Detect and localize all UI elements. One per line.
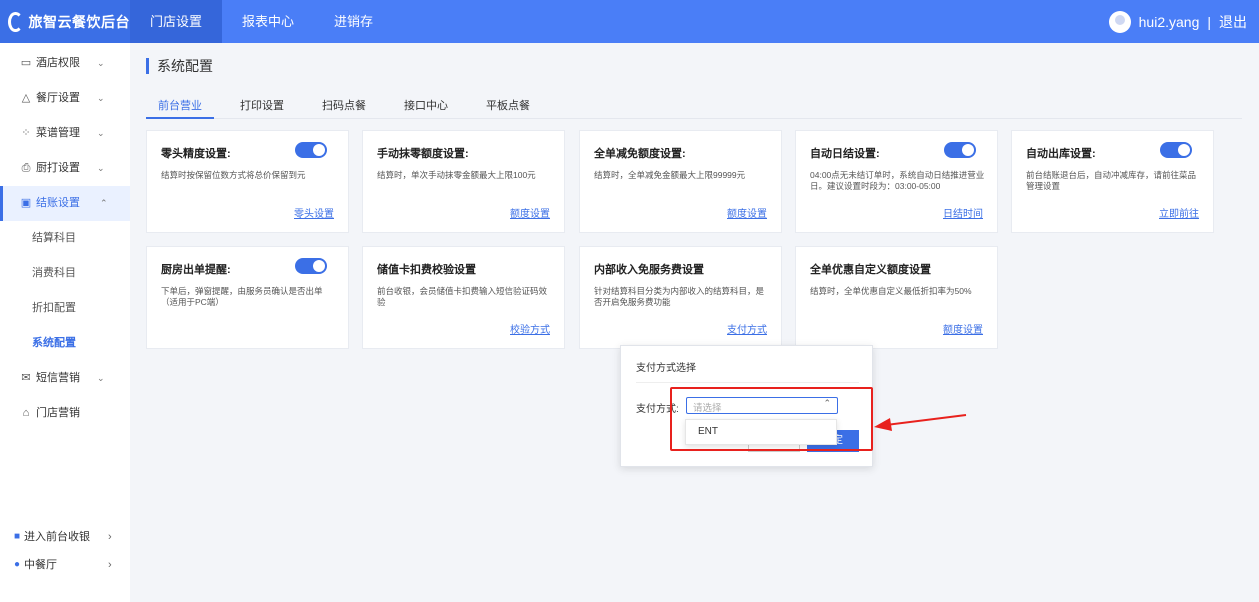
annotation-arrow-icon <box>874 414 967 431</box>
